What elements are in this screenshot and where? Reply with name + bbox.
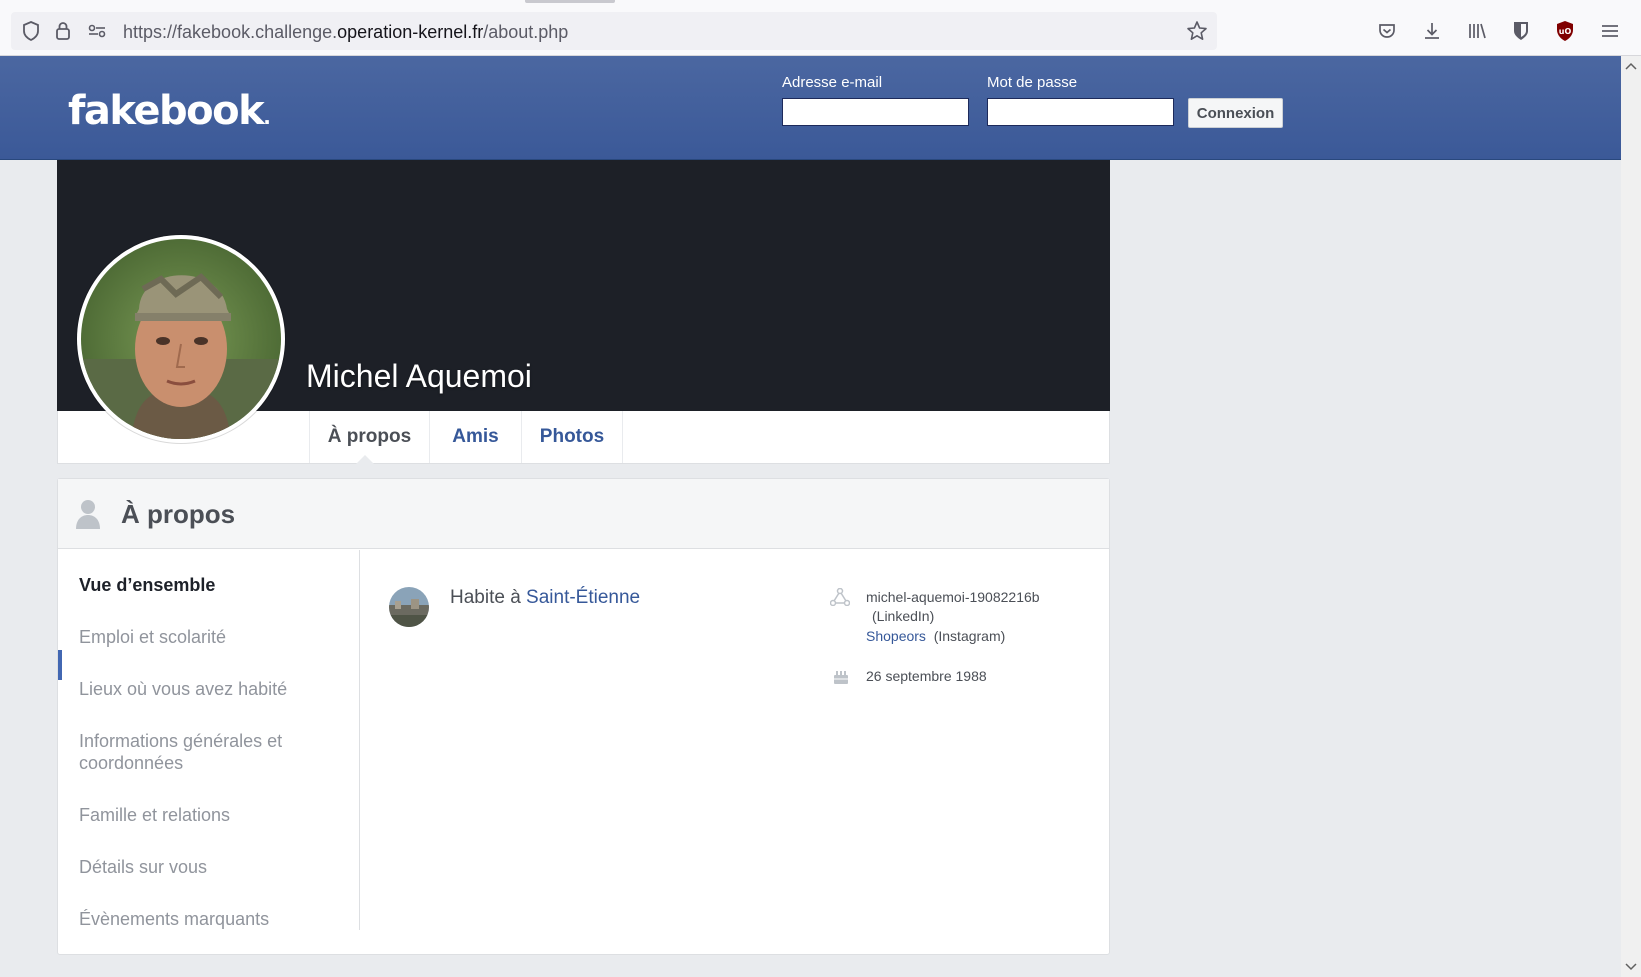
bookmark-star-icon[interactable] <box>1185 19 1209 43</box>
instagram-link[interactable]: Shopeors <box>866 628 926 644</box>
password-label: Mot de passe <box>987 74 1078 91</box>
logo-text: fakebook <box>68 88 265 134</box>
about-section: À propos Vue d’ensemble Emploi et scolar… <box>57 478 1110 955</box>
scroll-down-icon[interactable] <box>1621 957 1641 977</box>
tab-indicator <box>525 0 615 3</box>
lock-icon[interactable] <box>51 19 75 43</box>
profile-picture[interactable] <box>77 235 285 443</box>
nav-work-education[interactable]: Emploi et scolarité <box>79 626 339 648</box>
birthday-cake-icon <box>832 667 850 690</box>
download-icon[interactable] <box>1420 19 1444 43</box>
logo-dot: . <box>263 105 271 129</box>
nav-contact-info[interactable]: Informations générales et coordonnées <box>79 730 339 774</box>
person-icon <box>74 499 102 534</box>
pocket-icon[interactable] <box>1375 19 1399 43</box>
instagram-row: Shopeors (Instagram) <box>866 628 1005 644</box>
permissions-icon[interactable] <box>85 19 109 43</box>
menu-icon[interactable] <box>1598 19 1622 43</box>
city-thumbnail <box>389 587 429 627</box>
email-field[interactable] <box>782 98 969 126</box>
about-header: À propos <box>58 479 1109 549</box>
svg-text:uO: uO <box>1559 27 1572 36</box>
bitwarden-icon[interactable] <box>1509 19 1533 43</box>
nav-overview[interactable]: Vue d’ensemble <box>79 574 339 596</box>
nav-details[interactable]: Détails sur vous <box>79 856 339 878</box>
nav-family[interactable]: Famille et relations <box>79 804 339 826</box>
url-path: /about.php <box>483 22 569 42</box>
about-nav: Vue d’ensemble Emploi et scolarité Lieux… <box>58 550 360 930</box>
lives-in: Habite à Saint-Étienne <box>450 587 640 609</box>
url-bar[interactable]: https://fakebook.challenge.operation-ker… <box>11 12 1217 50</box>
shield-icon[interactable] <box>19 19 43 43</box>
login-button[interactable]: Connexion <box>1188 98 1283 128</box>
tab-friends[interactable]: Amis <box>429 411 521 463</box>
active-tab-pointer <box>356 455 374 464</box>
vertical-scrollbar[interactable] <box>1621 56 1641 977</box>
url-prefix: https://fakebook.challenge. <box>123 22 338 42</box>
share-network-icon <box>829 587 851 611</box>
active-nav-indicator <box>58 650 62 680</box>
password-field[interactable] <box>987 98 1174 126</box>
linkedin-link[interactable]: michel-aquemoi-19082216b <box>866 589 1040 605</box>
url-text[interactable]: https://fakebook.challenge.operation-ker… <box>123 22 568 43</box>
birthday: 26 septembre 1988 <box>866 668 987 684</box>
nav-life-events[interactable]: Évènements marquants <box>79 908 339 930</box>
email-label: Adresse e-mail <box>782 74 883 91</box>
library-icon[interactable] <box>1465 19 1489 43</box>
profile-name[interactable]: Michel Aquemoi <box>306 358 532 395</box>
city-link[interactable]: Saint-Étienne <box>526 587 640 608</box>
lives-prefix: Habite à <box>450 587 527 608</box>
ublock-icon[interactable]: uO <box>1553 19 1577 43</box>
scroll-up-icon[interactable] <box>1621 56 1641 76</box>
url-host: operation-kernel.fr <box>337 22 484 42</box>
site-logo[interactable]: fakebook. <box>68 88 271 134</box>
linkedin-label: (LinkedIn) <box>872 608 935 624</box>
avatar <box>81 239 281 439</box>
site-header: fakebook. Adresse e-mail Mot de passe Co… <box>0 56 1621 160</box>
instagram-label: (Instagram) <box>933 628 1006 644</box>
nav-places-lived[interactable]: Lieux où vous avez habité <box>79 678 339 700</box>
browser-toolbar: https://fakebook.challenge.operation-ker… <box>0 0 1641 56</box>
tab-photos[interactable]: Photos <box>521 411 623 463</box>
about-title: À propos <box>121 499 236 529</box>
